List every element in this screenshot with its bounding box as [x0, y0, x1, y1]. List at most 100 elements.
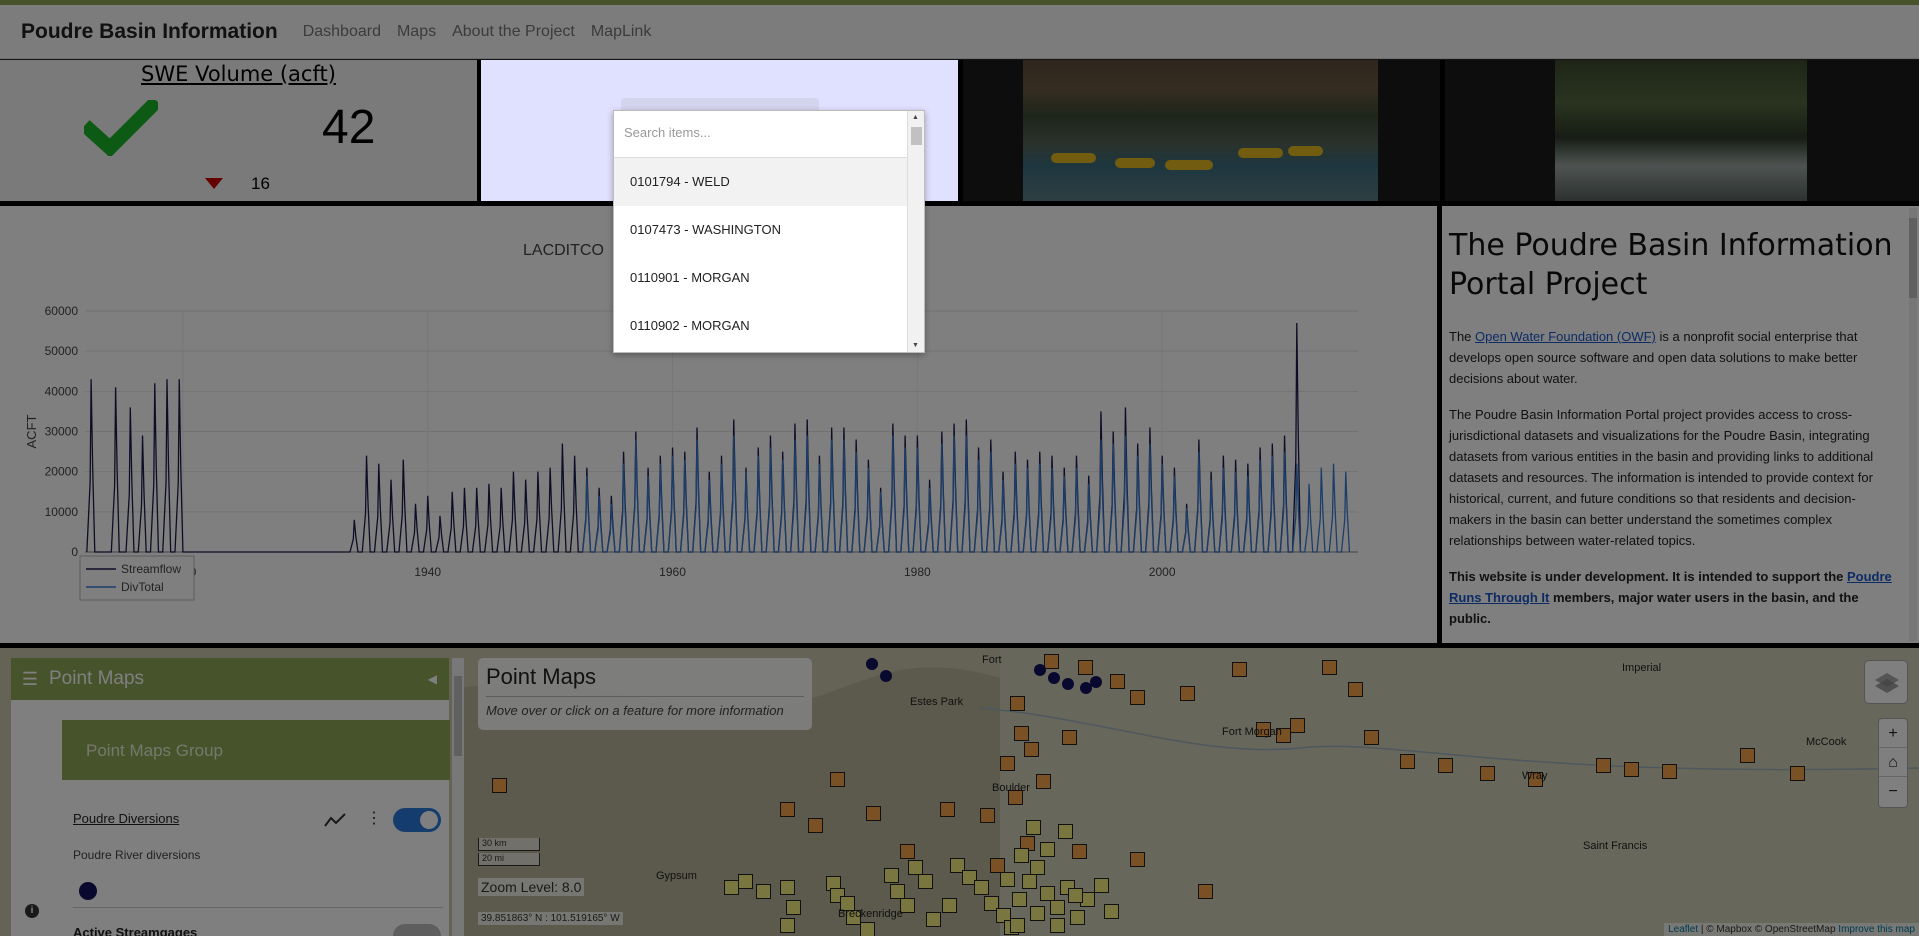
map-feature-marker[interactable]	[1400, 754, 1415, 769]
map-feature-marker[interactable]	[492, 778, 507, 793]
map-feature-marker[interactable]	[1348, 682, 1363, 697]
diversion-marker[interactable]	[880, 670, 892, 682]
map-feature-marker[interactable]	[1070, 910, 1085, 925]
map-feature-marker[interactable]	[738, 874, 753, 889]
map-feature-marker[interactable]	[1480, 766, 1495, 781]
map-feature-marker[interactable]	[1624, 762, 1639, 777]
map-feature-marker[interactable]	[1130, 852, 1145, 867]
map-feature-marker[interactable]	[780, 802, 795, 817]
map-feature-marker[interactable]	[1036, 774, 1051, 789]
scroll-down-icon[interactable]: ▼	[912, 342, 919, 349]
map-feature-marker[interactable]	[724, 880, 739, 895]
map-feature-marker[interactable]	[860, 922, 875, 936]
map-feature-marker[interactable]	[1094, 878, 1109, 893]
map-feature-marker[interactable]	[780, 880, 795, 895]
menu-icon[interactable]: ☰	[11, 669, 49, 690]
info-icon[interactable]: i	[25, 904, 39, 918]
map-feature-marker[interactable]	[900, 844, 915, 859]
map-feature-marker[interactable]	[1030, 906, 1045, 921]
diversion-marker[interactable]	[1090, 676, 1102, 688]
zoom-in-button[interactable]: +	[1879, 719, 1907, 748]
map-feature-marker[interactable]	[1014, 726, 1029, 741]
map-panel[interactable]: Fort Estes Park Boulder Imperial McCook …	[0, 648, 1919, 936]
map-feature-marker[interactable]	[1740, 748, 1755, 763]
map-feature-marker[interactable]	[1010, 696, 1025, 711]
map-feature-marker[interactable]	[1232, 662, 1247, 677]
diversion-marker[interactable]	[1034, 664, 1046, 676]
map-feature-marker[interactable]	[830, 772, 845, 787]
map-feature-marker[interactable]	[1058, 824, 1073, 839]
brand-title[interactable]: Poudre Basin Information	[21, 20, 278, 44]
nav-maplink[interactable]: MapLink	[591, 23, 651, 41]
map-feature-marker[interactable]	[1044, 654, 1059, 669]
map-feature-marker[interactable]	[926, 912, 941, 927]
map-feature-marker[interactable]	[1438, 758, 1453, 773]
map-feature-marker[interactable]	[1000, 756, 1015, 771]
map-feature-marker[interactable]	[990, 858, 1005, 873]
map-feature-marker[interactable]	[866, 806, 881, 821]
map-feature-marker[interactable]	[942, 898, 957, 913]
map-feature-marker[interactable]	[1078, 660, 1093, 675]
map-feature-marker[interactable]	[1068, 888, 1083, 903]
map-feature-marker[interactable]	[1062, 730, 1077, 745]
dropdown-option[interactable]: 0110901 - MORGAN	[614, 254, 908, 302]
nav-maps[interactable]: Maps	[397, 23, 436, 41]
layer-group-header[interactable]: Point Maps Group	[62, 720, 450, 780]
owf-link[interactable]: Open Water Foundation (OWF)	[1475, 329, 1656, 344]
scroll-up-icon[interactable]: ▲	[912, 114, 919, 121]
map-feature-marker[interactable]	[1026, 820, 1041, 835]
map-feature-marker[interactable]	[1198, 884, 1213, 899]
map-feature-marker[interactable]	[1130, 690, 1145, 705]
map-feature-marker[interactable]	[1322, 660, 1337, 675]
diversion-marker[interactable]	[866, 658, 878, 670]
improve-map-link[interactable]: Improve this map	[1838, 924, 1915, 935]
map-feature-marker[interactable]	[1790, 766, 1805, 781]
map-feature-marker[interactable]	[980, 808, 995, 823]
dropdown-scrollbar[interactable]: ▲ ▼	[907, 111, 924, 352]
dropdown-option[interactable]: 0110902 - MORGAN	[614, 302, 908, 350]
layer-toggle-diversions[interactable]	[393, 808, 441, 832]
collapse-icon[interactable]: ◀	[428, 672, 437, 686]
map-feature-marker[interactable]	[786, 900, 801, 915]
map-feature-marker[interactable]	[780, 918, 795, 933]
leaflet-link[interactable]: Leaflet	[1668, 924, 1698, 935]
layer-title-streamgages[interactable]: Active Streamgages	[73, 925, 197, 936]
dropdown-option[interactable]: 0107473 - WASHINGTON	[614, 206, 908, 254]
map-feature-marker[interactable]	[1040, 886, 1055, 901]
more-options-icon[interactable]: ⋮	[366, 808, 382, 828]
layer-toggle-streamgages[interactable]	[393, 924, 441, 936]
map-feature-marker[interactable]	[908, 860, 923, 875]
info-scrollbar[interactable]	[1909, 208, 1917, 641]
map-feature-marker[interactable]	[1024, 742, 1039, 757]
map-feature-marker[interactable]	[940, 802, 955, 817]
map-feature-marker[interactable]	[1030, 860, 1045, 875]
dropdown-search-input[interactable]: Search items...	[614, 111, 924, 158]
map-feature-marker[interactable]	[1050, 918, 1065, 933]
map-feature-marker[interactable]	[1596, 758, 1611, 773]
dropdown-option[interactable]: 0101794 - WELD	[614, 158, 908, 206]
map-feature-marker[interactable]	[1364, 730, 1379, 745]
map-feature-marker[interactable]	[1010, 918, 1025, 933]
map-feature-marker[interactable]	[1072, 844, 1087, 859]
map-feature-marker[interactable]	[884, 868, 899, 883]
layer-title-diversions[interactable]: Poudre Diversions	[73, 811, 179, 826]
zoom-out-button[interactable]: −	[1879, 777, 1907, 806]
home-icon[interactable]: ⌂	[1879, 748, 1907, 777]
sidebar-scrollbar[interactable]	[452, 658, 464, 936]
map-feature-marker[interactable]	[890, 884, 905, 899]
map-feature-marker[interactable]	[1110, 674, 1125, 689]
map-feature-marker[interactable]	[756, 884, 771, 899]
graph-icon[interactable]	[323, 812, 347, 828]
nav-dashboard[interactable]: Dashboard	[303, 23, 381, 41]
map-feature-marker[interactable]	[918, 874, 933, 889]
swe-title[interactable]: SWE Volume (acft)	[0, 62, 477, 86]
map-feature-marker[interactable]	[1050, 900, 1065, 915]
map-feature-marker[interactable]	[1104, 904, 1119, 919]
map-feature-marker[interactable]	[974, 880, 989, 895]
map-feature-marker[interactable]	[1040, 842, 1055, 857]
map-feature-marker[interactable]	[1180, 686, 1195, 701]
map-feature-marker[interactable]	[1012, 892, 1027, 907]
diversion-marker[interactable]	[1048, 672, 1060, 684]
map-feature-marker[interactable]	[1000, 872, 1015, 887]
map-feature-marker[interactable]	[1290, 718, 1305, 733]
